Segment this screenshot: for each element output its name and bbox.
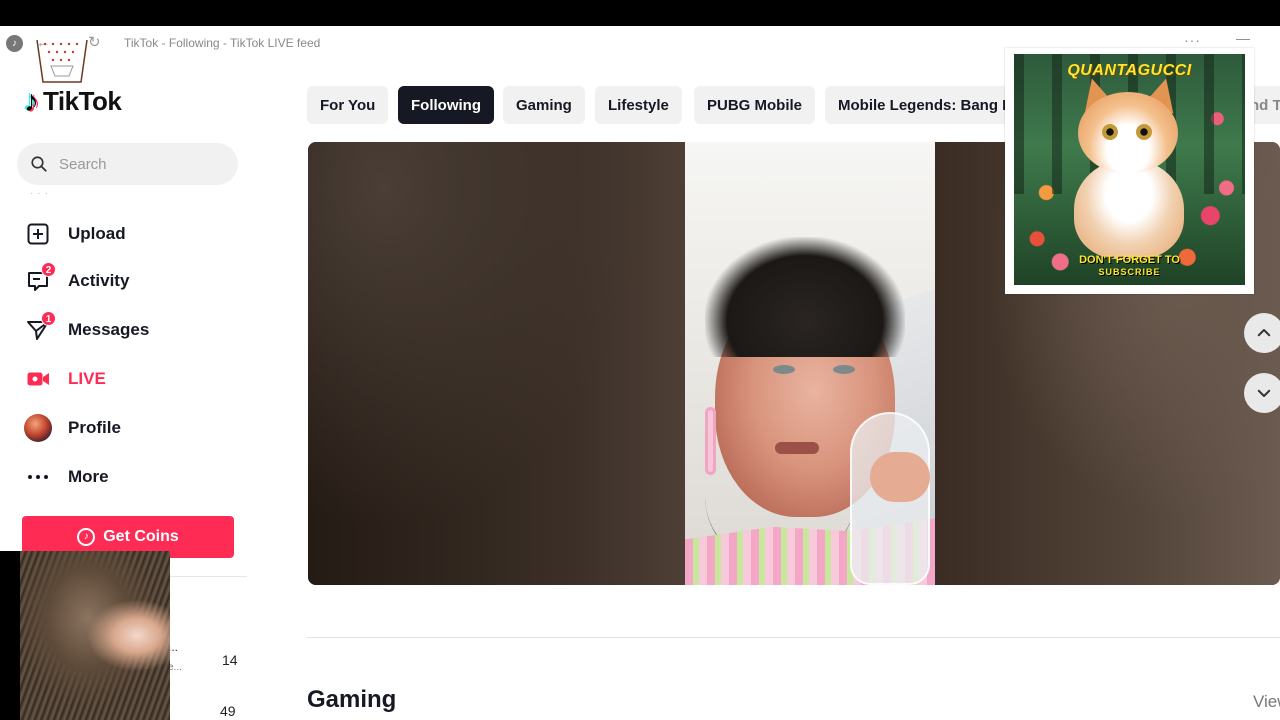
- plus-square-icon: [24, 220, 52, 248]
- live-stream-video[interactable]: [685, 142, 935, 585]
- streamer-hair: [705, 237, 905, 357]
- streamer-mouth: [775, 442, 819, 454]
- sidebar-item-activity[interactable]: 2 Activity: [24, 262, 130, 297]
- tab-mobile-legends[interactable]: Mobile Legends: Bang B: [825, 86, 1027, 124]
- viewer-count: 49: [220, 703, 236, 719]
- coin-icon: ♪: [77, 528, 96, 546]
- scroll-fade-dots: ···: [30, 188, 52, 199]
- sidebar-item-label: Upload: [68, 224, 126, 243]
- sidebar-item-label: LIVE: [68, 369, 106, 388]
- brand-name: TikTok: [43, 86, 122, 116]
- tab-gaming[interactable]: Gaming: [503, 86, 585, 124]
- subscribe-word: SUBSCRIBE: [1098, 267, 1161, 277]
- previous-stream-button[interactable]: [1244, 313, 1280, 353]
- cup-doodle-icon: [36, 39, 88, 83]
- section-title: Gaming: [307, 686, 397, 713]
- tab-for-you[interactable]: For You: [307, 86, 389, 124]
- screen-top-bar: [0, 0, 1280, 26]
- cat-body: [1074, 159, 1184, 259]
- tiktok-logo[interactable]: ♪ TikTok: [24, 84, 122, 118]
- subscribe-overlay: QUANTAGUCCI DON'T FORGET TO SUBSCRIBE: [1005, 48, 1254, 294]
- blurred-background-left: [308, 142, 685, 585]
- activity-icon: 2: [24, 262, 56, 295]
- sidebar-item-label: Activity: [68, 271, 130, 290]
- live-camera-icon: [24, 365, 52, 393]
- paper-plane-icon: 1: [24, 311, 56, 344]
- chevron-down-icon: [1257, 389, 1271, 397]
- subscribe-reminder: DON'T FORGET TO: [1079, 254, 1180, 266]
- sidebar-item-more[interactable]: More: [24, 461, 109, 493]
- messages-badge: 1: [41, 311, 56, 326]
- minimize-icon[interactable]: —: [1236, 30, 1250, 46]
- window-menu-icon[interactable]: ···: [1184, 32, 1201, 48]
- sidebar-item-label: More: [68, 467, 109, 486]
- activity-badge: 2: [41, 262, 56, 277]
- streamer-eye: [773, 365, 795, 374]
- webcam-overlay: [0, 551, 170, 720]
- search-icon: [31, 156, 47, 172]
- tiktok-app-icon: ♪: [6, 35, 23, 52]
- profile-avatar-wrap: [24, 414, 52, 442]
- next-stream-button[interactable]: [1244, 373, 1280, 413]
- tiktok-note-icon: ♪: [24, 84, 39, 118]
- cat-forest-artwork: QUANTAGUCCI DON'T FORGET TO SUBSCRIBE: [1014, 54, 1245, 285]
- cat-eye: [1102, 124, 1118, 140]
- avatar: [24, 414, 52, 442]
- cat-webcam-image: [20, 551, 170, 720]
- streamer-earring: [705, 407, 716, 475]
- search-input[interactable]: [59, 155, 229, 173]
- section-divider: [307, 637, 1280, 638]
- sidebar-item-label: Profile: [68, 418, 121, 437]
- get-coins-label: Get Coins: [103, 528, 179, 545]
- tab-pubg-mobile[interactable]: PUBG Mobile: [694, 86, 816, 124]
- sidebar-item-profile[interactable]: Profile: [24, 412, 121, 444]
- sidebar-item-upload[interactable]: Upload: [24, 218, 126, 250]
- sidebar-item-label: Messages: [68, 320, 150, 339]
- view-all-link[interactable]: View: [1253, 692, 1280, 712]
- more-dots-icon: [24, 463, 52, 491]
- search-box[interactable]: [17, 143, 238, 185]
- streamer-eye: [833, 365, 855, 374]
- sidebar-item-live[interactable]: LIVE: [24, 363, 106, 395]
- window-title: TikTok - Following - TikTok LIVE feed: [124, 36, 321, 50]
- viewer-count: 14: [222, 652, 238, 668]
- truncated-subtitle: e...: [168, 662, 182, 673]
- app-window: ♪ ← ↻ TikTok - Following - TikTok LIVE f…: [0, 26, 1280, 720]
- cat-eye: [1136, 124, 1152, 140]
- tab-following[interactable]: Following: [398, 86, 494, 124]
- chevron-up-icon: [1257, 329, 1271, 337]
- streamer-hand: [870, 452, 930, 502]
- channel-name: QUANTAGUCCI: [1067, 62, 1192, 79]
- sidebar-item-messages[interactable]: 1 Messages: [24, 311, 150, 346]
- tab-lifestyle[interactable]: Lifestyle: [595, 86, 682, 124]
- cat-head: [1078, 92, 1178, 174]
